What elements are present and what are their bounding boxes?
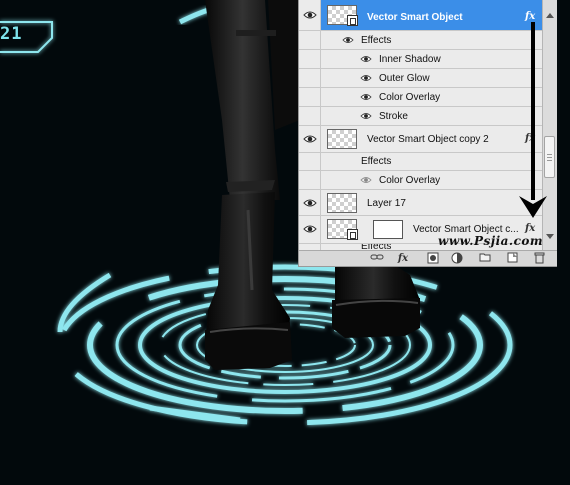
watermark-text: www.Psjia.com xyxy=(438,234,544,248)
canvas-stage: 21 Vector Smart Object fx Effects Inner … xyxy=(0,0,570,485)
